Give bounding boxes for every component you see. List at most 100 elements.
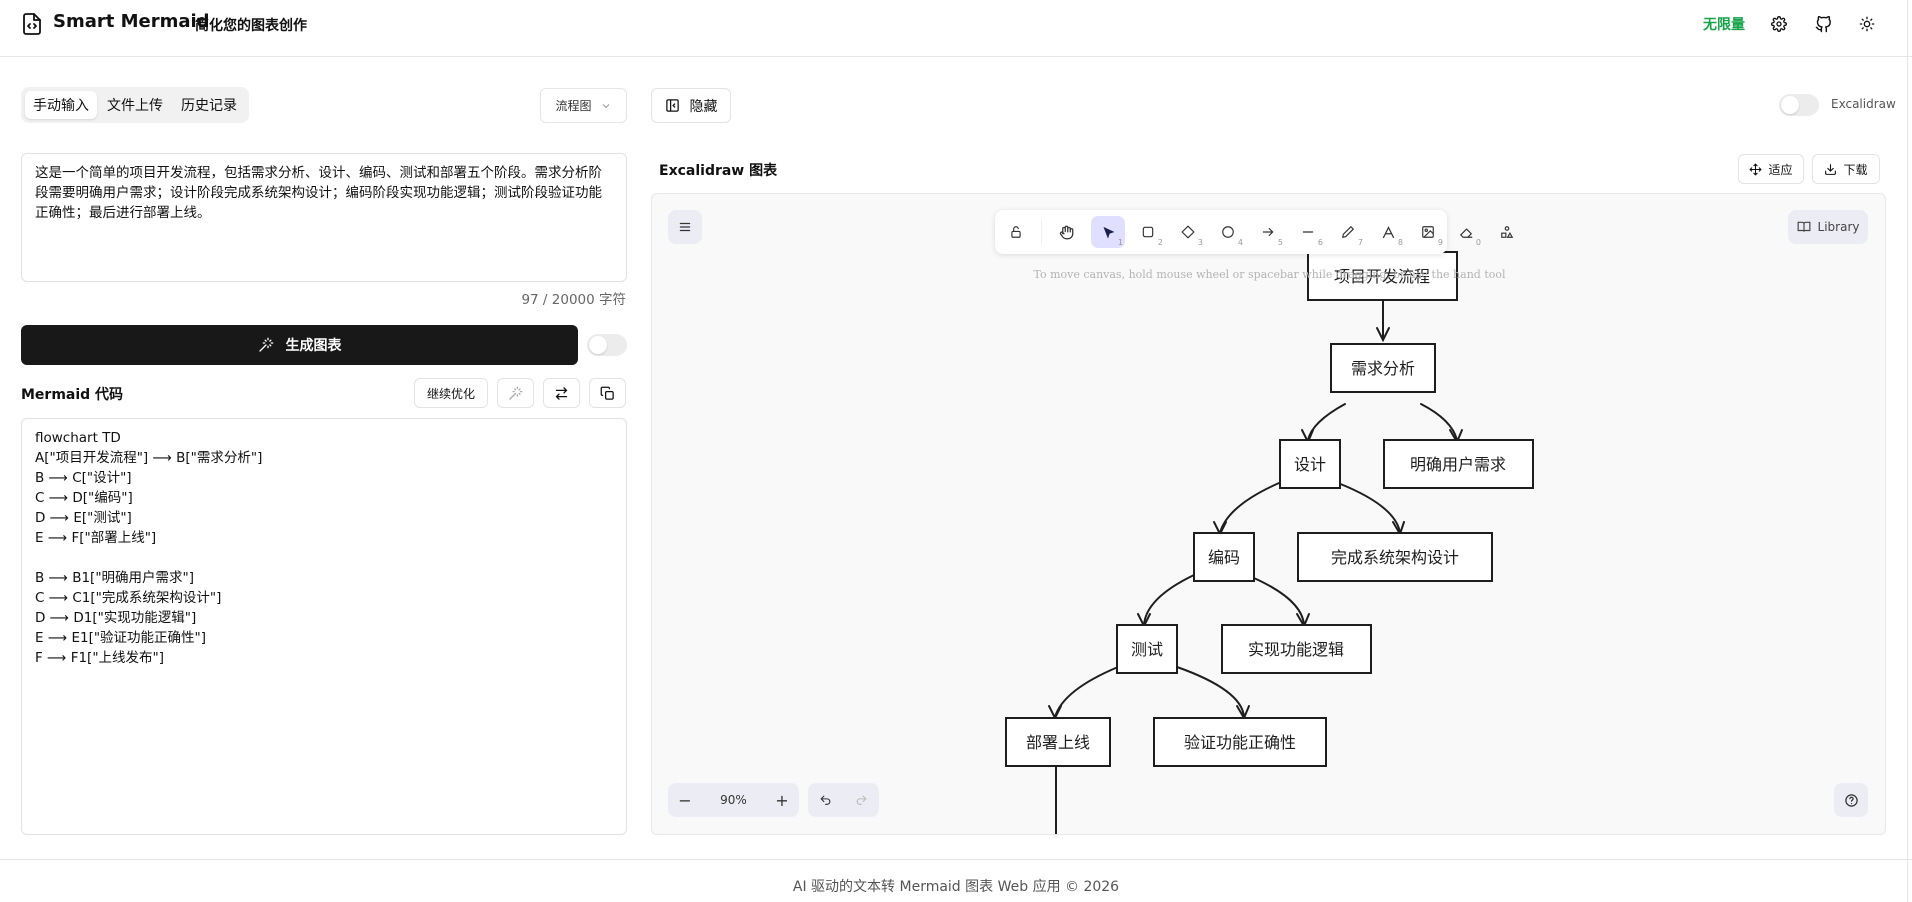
preview-title: Excalidraw 图表 xyxy=(659,163,778,179)
copy-icon xyxy=(600,386,614,400)
canvas-hint: To move canvas, hold mouse wheel or spac… xyxy=(1033,268,1506,281)
tool-rectangle[interactable]: 2 xyxy=(1131,216,1165,248)
tool-image[interactable]: 9 xyxy=(1411,216,1445,248)
tool-diamond[interactable]: 3 xyxy=(1171,216,1205,248)
magic-wand-icon xyxy=(509,386,523,400)
tool-lock[interactable] xyxy=(999,216,1033,248)
code-line: flowchart TD xyxy=(35,430,121,446)
text-icon xyxy=(1382,225,1394,238)
app-tagline: 简化您的图表创作 xyxy=(195,18,307,34)
mermaid-code-editor[interactable]: flowchart TD A["项目开发流程"] ⟶ B["需求分析"] B ⟶… xyxy=(21,418,627,835)
app-brand[interactable]: Smart Mermaid xyxy=(53,11,210,32)
continue-optimize-button[interactable]: 继续优化 xyxy=(414,378,488,408)
line-icon xyxy=(1302,231,1314,233)
scrollbar-track xyxy=(1907,0,1908,902)
tab-file-upload[interactable]: 文件上传 xyxy=(99,91,171,119)
hand-icon xyxy=(1059,225,1073,239)
library-label: Library xyxy=(1817,220,1860,234)
ai-fix-button[interactable] xyxy=(497,378,534,408)
tool-eraser[interactable]: 0 xyxy=(1449,216,1483,248)
code-line: D ⟶ E["测试"] xyxy=(35,510,132,526)
download-label: 下载 xyxy=(1843,162,1868,177)
app-logo-icon[interactable] xyxy=(20,12,44,36)
excalidraw-toolbar: 1 2 3 4 5 6 7 8 9 xyxy=(995,210,1447,254)
fit-button[interactable]: 适应 xyxy=(1738,154,1804,184)
code-line: D ⟶ D1["实现功能逻辑"] xyxy=(35,610,197,626)
tab-manual-input[interactable]: 手动输入 xyxy=(25,91,97,119)
mermaid-code-title: Mermaid 代码 xyxy=(21,387,124,403)
eraser-icon xyxy=(1459,228,1473,238)
ellipse-icon xyxy=(1222,226,1234,238)
download-icon xyxy=(1825,163,1837,175)
zoom-controls: − 90% + xyxy=(668,783,799,817)
code-line: B ⟶ C["设计"] xyxy=(35,470,132,486)
app-footer: AI 驱动的文本转 Mermaid 图表 Web 应用 © 2026 xyxy=(0,859,1912,902)
code-line: A["项目开发流程"] ⟶ B["需求分析"] xyxy=(35,450,263,466)
auto-generate-toggle[interactable] xyxy=(587,334,627,356)
pointer-icon xyxy=(1102,226,1114,239)
help-button[interactable] xyxy=(1834,783,1868,817)
diagram-node-label: 部署上线 xyxy=(1026,733,1090,752)
diagram-node-label: 需求分析 xyxy=(1351,359,1415,378)
flowchart-diagram: 项目开发流程 需求分析 设计 明确用户需求 编码 完成系统架构设计 测试 实现功… xyxy=(1005,251,1534,834)
hamburger-icon xyxy=(679,222,691,232)
redo-button[interactable] xyxy=(844,783,879,817)
zoom-in-button[interactable]: + xyxy=(765,783,799,817)
convert-button[interactable] xyxy=(543,378,580,408)
sun-icon[interactable] xyxy=(1856,13,1878,35)
lock-icon xyxy=(1011,226,1021,238)
chevron-down-icon xyxy=(602,103,609,108)
diagram-node-label: 实现功能逻辑 xyxy=(1248,640,1344,659)
tool-selection[interactable]: 1 xyxy=(1091,216,1125,248)
book-icon xyxy=(1797,221,1810,232)
diagram-type-select[interactable]: 流程图 xyxy=(540,88,627,123)
image-icon xyxy=(1422,226,1434,238)
excalidraw-toggle[interactable] xyxy=(1779,94,1819,116)
panel-collapse-icon xyxy=(665,99,679,112)
diagram-node-label: 测试 xyxy=(1131,640,1163,659)
library-button[interactable]: Library xyxy=(1788,210,1868,244)
footer-text: AI 驱动的文本转 Mermaid 图表 Web 应用 © 2026 xyxy=(792,879,1120,895)
tool-text[interactable]: 8 xyxy=(1371,216,1405,248)
undo-button[interactable] xyxy=(808,783,843,817)
tool-more-shapes[interactable] xyxy=(1490,216,1524,248)
zoom-level[interactable]: 90% xyxy=(702,783,765,817)
code-line: E ⟶ F["部署上线"] xyxy=(35,530,157,546)
excalidraw-canvas[interactable]: 项目开发流程 需求分析 设计 明确用户需求 编码 完成系统架构设计 测试 实现功… xyxy=(651,193,1886,835)
copy-button[interactable] xyxy=(589,378,626,408)
tool-line[interactable]: 6 xyxy=(1291,216,1325,248)
diamond-icon xyxy=(1181,225,1195,239)
fit-label: 适应 xyxy=(1768,162,1793,177)
move-icon xyxy=(1749,162,1763,176)
tool-hand[interactable] xyxy=(1049,216,1083,248)
github-icon[interactable] xyxy=(1812,13,1834,35)
generate-chart-label: 生成图表 xyxy=(285,338,342,354)
redo-icon xyxy=(856,795,867,805)
undo-icon xyxy=(820,795,831,805)
tab-history[interactable]: 历史记录 xyxy=(173,91,245,119)
settings-icon[interactable] xyxy=(1768,13,1790,35)
pencil-icon xyxy=(1342,225,1355,238)
arrow-icon xyxy=(1262,227,1274,237)
zoom-out-button[interactable]: − xyxy=(668,783,702,817)
code-line: C ⟶ C1["完成系统架构设计"] xyxy=(35,590,222,606)
shapes-icon xyxy=(1501,226,1514,238)
tool-arrow[interactable]: 5 xyxy=(1251,216,1285,248)
plan-badge: 无限量 xyxy=(1703,17,1745,33)
history-controls xyxy=(808,783,879,817)
description-textarea[interactable]: 这是一个简单的项目开发流程，包括需求分析、设计、编码、测试和部署五个阶段。需求分… xyxy=(21,153,627,282)
hide-panel-button[interactable]: 隐藏 xyxy=(651,88,731,123)
diagram-node-label: 编码 xyxy=(1208,548,1240,567)
download-button[interactable]: 下载 xyxy=(1812,154,1880,184)
generate-chart-button[interactable]: 生成图表 xyxy=(21,325,578,365)
diagram-node-label: 完成系统架构设计 xyxy=(1331,548,1459,567)
rectangle-icon xyxy=(1142,226,1154,238)
tool-pencil[interactable]: 7 xyxy=(1331,216,1365,248)
app-header: Smart Mermaid 简化您的图表创作 无限量 xyxy=(0,0,1912,57)
canvas-menu-button[interactable] xyxy=(668,210,702,244)
diagram-type-value: 流程图 xyxy=(555,99,592,113)
tool-ellipse[interactable]: 4 xyxy=(1211,216,1245,248)
code-line: C ⟶ D["编码"] xyxy=(35,490,133,506)
code-line: E ⟶ E1["验证功能正确性"] xyxy=(35,630,207,646)
code-line: B ⟶ B1["明确用户需求"] xyxy=(35,570,195,586)
